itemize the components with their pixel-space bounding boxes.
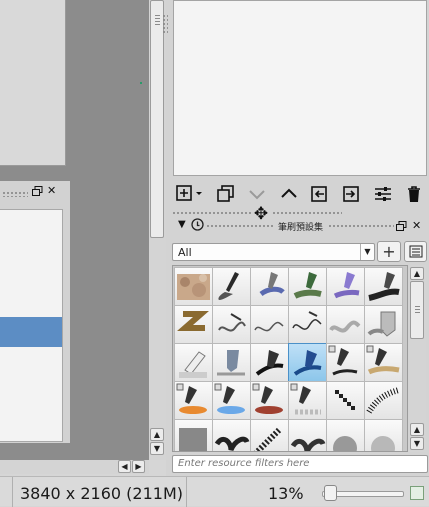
properties-out-icon[interactable] <box>340 183 362 205</box>
brush-preset[interactable] <box>250 343 289 382</box>
brush-preset[interactable] <box>288 305 327 344</box>
add-layer-icon[interactable] <box>175 183 202 205</box>
layer-settings-icon[interactable] <box>372 183 394 205</box>
scroll-right-button[interactable]: ▶ <box>132 460 145 473</box>
list-item-selected[interactable] <box>0 317 62 347</box>
close-icon[interactable]: ✕ <box>412 219 421 232</box>
brush-preset[interactable] <box>212 419 251 451</box>
brush-preset[interactable] <box>250 305 289 344</box>
canvas-page <box>0 0 66 166</box>
brush-preset[interactable] <box>288 381 327 420</box>
scroll-left-button[interactable]: ◀ <box>118 460 131 473</box>
brush-preset-grid[interactable] <box>172 265 408 452</box>
fit-view-icon[interactable] <box>410 486 424 500</box>
move-up-icon[interactable] <box>278 183 300 205</box>
brush-preset[interactable] <box>326 343 365 382</box>
chevron-down-icon[interactable]: ▼ <box>360 244 374 260</box>
duplicate-layer-icon[interactable] <box>215 183 237 205</box>
brush-preset[interactable] <box>364 267 403 306</box>
brush-preset[interactable] <box>212 381 251 420</box>
resource-filter-input[interactable]: Enter resource filters here <box>172 455 428 473</box>
collapse-icon[interactable]: ▼ <box>178 219 186 230</box>
brush-preset[interactable] <box>326 305 365 344</box>
canvas-scroll-thumb[interactable] <box>150 0 164 238</box>
preset-view-menu-button[interactable] <box>404 241 427 262</box>
brush-preset[interactable] <box>364 419 403 451</box>
brush-preset[interactable] <box>326 267 365 306</box>
brush-preset[interactable] <box>250 267 289 306</box>
scroll-up-button[interactable]: ▲ <box>410 267 424 280</box>
left-docker-list[interactable] <box>0 209 63 442</box>
canvas-dot <box>140 82 142 84</box>
status-bar: 3840 x 2160 (211M) 13% <box>0 476 429 507</box>
image-size-label[interactable]: 3840 x 2160 (211M) <box>20 484 183 503</box>
brush-preset-active[interactable] <box>288 343 327 382</box>
brush-preset[interactable] <box>288 419 327 451</box>
preset-scroll-thumb[interactable] <box>410 281 424 339</box>
brush-preset[interactable] <box>212 305 251 344</box>
brush-preset[interactable] <box>174 267 213 306</box>
move-down-icon[interactable] <box>246 183 268 205</box>
scroll-down-button[interactable]: ▼ <box>150 442 164 455</box>
brush-presets-titlebar[interactable]: ▼ 筆刷預設集 ✕ <box>172 218 427 236</box>
scroll-up-button[interactable]: ▲ <box>150 428 164 441</box>
brush-preset[interactable] <box>364 381 403 420</box>
brush-preset[interactable] <box>288 267 327 306</box>
tag-filter-select[interactable]: All ▼ <box>172 243 375 261</box>
brush-preset[interactable] <box>364 343 403 382</box>
tag-filter-value: All <box>178 246 192 259</box>
trash-icon[interactable] <box>403 183 425 205</box>
zoom-level: 13% <box>268 484 304 503</box>
brush-preset[interactable] <box>174 419 213 451</box>
brush-preset[interactable] <box>250 419 289 451</box>
brush-preset[interactable] <box>174 343 213 382</box>
float-icon[interactable] <box>32 186 43 197</box>
left-docker: ✕ <box>0 181 70 443</box>
brush-preset[interactable] <box>326 381 365 420</box>
close-icon[interactable]: ✕ <box>47 184 56 197</box>
lock-icon[interactable] <box>191 218 204 234</box>
brush-preset[interactable] <box>212 343 251 382</box>
canvas-horizontal-scrollbar[interactable]: ◀ ▶ <box>0 460 149 474</box>
zoom-slider-handle[interactable] <box>323 485 337 501</box>
resource-filter-placeholder: Enter resource filters here <box>178 458 310 469</box>
properties-in-icon[interactable] <box>308 183 330 205</box>
preset-grid-scrollbar[interactable]: ▲ ▲ ▼ <box>409 265 426 452</box>
brush-preset[interactable] <box>212 267 251 306</box>
brush-preset[interactable] <box>174 381 213 420</box>
add-tag-button[interactable]: + <box>377 241 401 262</box>
scroll-up-button[interactable]: ▲ <box>410 423 424 436</box>
brush-preset[interactable] <box>364 305 403 344</box>
float-icon[interactable] <box>396 221 407 235</box>
scroll-down-button[interactable]: ▼ <box>410 437 424 450</box>
brush-presets-title: 筆刷預設集 <box>276 220 326 233</box>
layers-list[interactable] <box>173 0 427 176</box>
brush-preset[interactable] <box>250 381 289 420</box>
brush-preset[interactable] <box>326 419 365 451</box>
brush-preset[interactable] <box>174 305 213 344</box>
left-docker-titlebar[interactable]: ✕ <box>0 184 70 202</box>
